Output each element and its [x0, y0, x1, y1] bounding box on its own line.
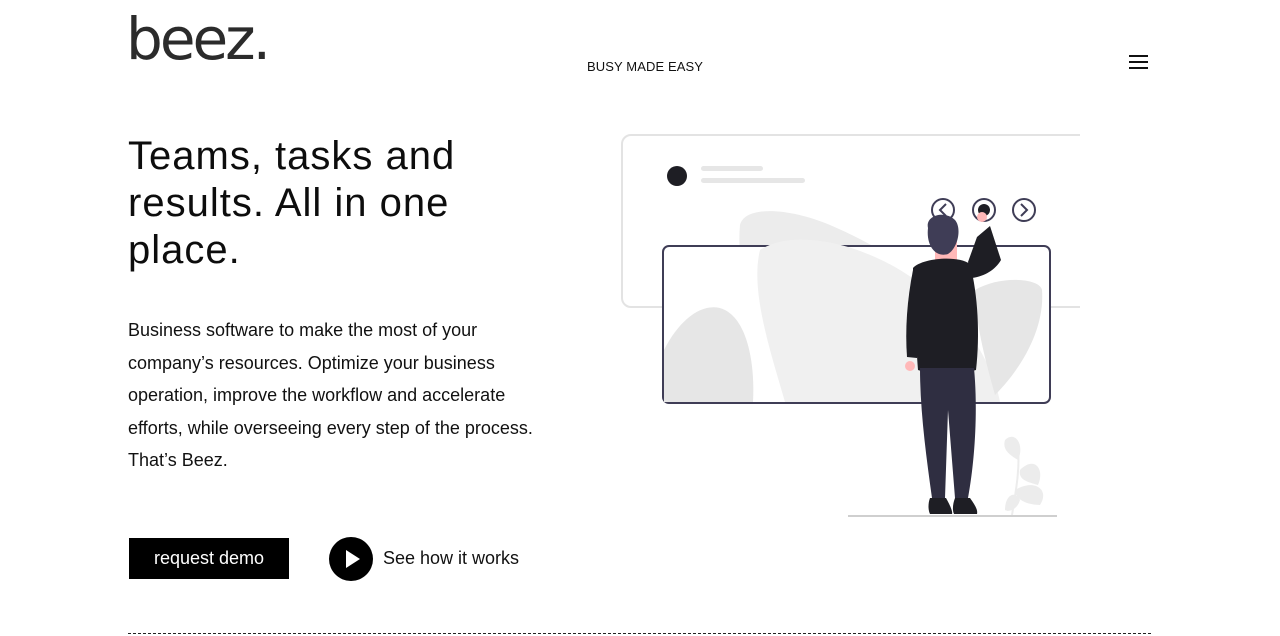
- beez-logo[interactable]: beez.: [126, 10, 271, 68]
- chevron-right-icon[interactable]: [1012, 198, 1036, 222]
- see-how-it-works-link[interactable]: See how it works: [329, 536, 519, 581]
- landing-page: beez. BUSY MADE EASY Teams, tasks and re…: [0, 0, 1280, 636]
- plant-decoration: [1004, 436, 1044, 516]
- play-icon[interactable]: [329, 536, 373, 581]
- hero-illustration: [621, 134, 1080, 517]
- see-how-it-works-label: See how it works: [383, 548, 520, 568]
- hamburger-menu-icon[interactable]: [1129, 55, 1149, 69]
- window-avatar-dot: [667, 166, 687, 186]
- window-text-line: [701, 178, 805, 183]
- hero-description: Business software to make the most of yo…: [128, 320, 533, 470]
- window-text-line: [701, 166, 763, 171]
- hero-headline: Teams, tasks and results. All in one pla…: [128, 134, 456, 272]
- tagline: BUSY MADE EASY: [587, 59, 704, 74]
- section-divider: [128, 633, 1151, 634]
- request-demo-button[interactable]: request demo: [129, 538, 289, 579]
